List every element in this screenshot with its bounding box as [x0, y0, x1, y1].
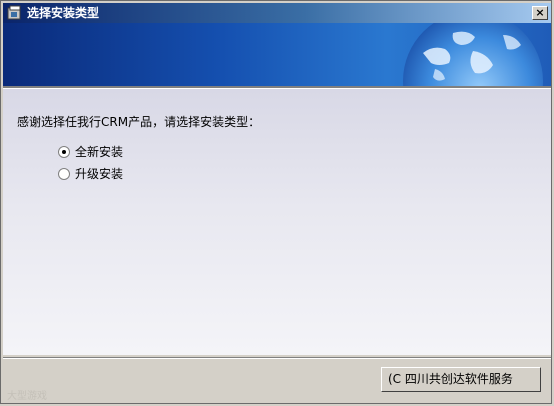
- watermark-text: 大型游戏: [7, 391, 47, 402]
- radio-upgrade-install[interactable]: [58, 167, 70, 180]
- option-new-install[interactable]: 全新安装: [58, 143, 123, 159]
- wizard-action-button[interactable]: (C 四川共创达软件服务: [381, 367, 541, 392]
- footer-divider: [3, 357, 551, 359]
- option-upgrade-install[interactable]: 升级安装: [58, 165, 123, 181]
- content-panel: 感谢选择任我行CRM产品，请选择安装类型： 全新安装 升级安装: [3, 89, 551, 355]
- globe-graphic: [403, 23, 543, 86]
- install-type-prompt: 感谢选择任我行CRM产品，请选择安装类型：: [17, 115, 261, 129]
- radio-new-install[interactable]: [58, 145, 70, 158]
- installer-icon: [7, 5, 21, 20]
- title-bar[interactable]: 选择安装类型 ×: [3, 3, 551, 23]
- option-label: 全新安装: [75, 145, 124, 159]
- close-button[interactable]: ×: [532, 6, 548, 20]
- close-icon: ×: [535, 6, 545, 19]
- window-title: 选择安装类型: [27, 6, 100, 20]
- option-label: 升级安装: [75, 167, 124, 181]
- installer-window: 选择安装类型 × 感谢选择任我行CRM产品，请选择安装类型： 全新安装 升级安装…: [0, 0, 552, 404]
- header-banner: [3, 23, 551, 86]
- radio-selected-dot-icon: [62, 149, 66, 154]
